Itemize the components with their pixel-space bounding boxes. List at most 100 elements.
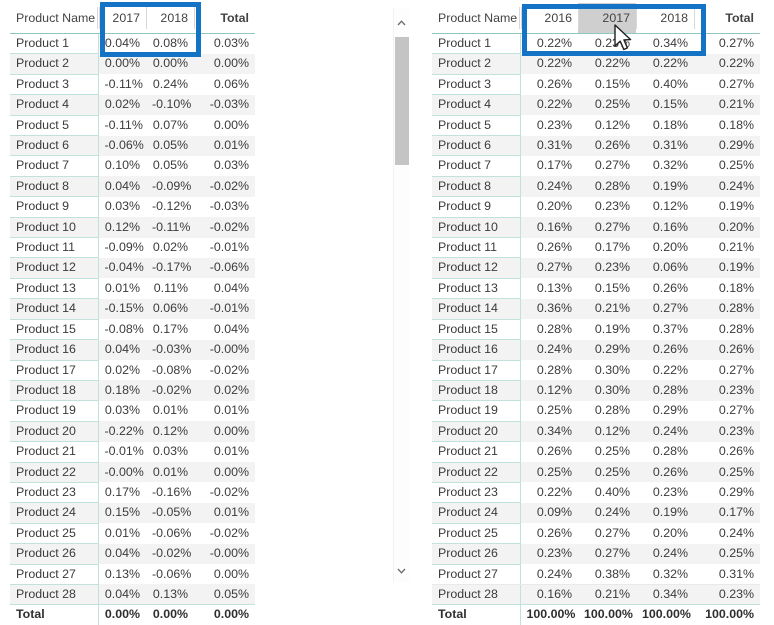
value-cell[interactable]: -0.09%	[146, 176, 194, 197]
table-row[interactable]: Product 15 0.28% 0.19% 0.37% 0.28%	[432, 318, 760, 340]
value-cell[interactable]: 0.34%	[636, 34, 694, 54]
value-cell[interactable]: -0.03%	[146, 339, 194, 360]
row-label[interactable]: Product 22	[10, 461, 99, 483]
table-row[interactable]: Product 11 -0.09% 0.02% -0.01%	[10, 237, 255, 258]
row-label[interactable]: Product 28	[432, 583, 521, 605]
value-cell[interactable]: 0.38%	[578, 564, 636, 584]
row-total-cell[interactable]: -0.02%	[194, 523, 255, 543]
row-label[interactable]: Product 14	[10, 298, 99, 320]
row-label[interactable]: Product 2	[432, 53, 521, 75]
value-cell[interactable]: 0.12%	[146, 421, 194, 442]
row-total-cell[interactable]: 0.03%	[194, 156, 255, 176]
value-cell[interactable]: 0.23%	[520, 115, 578, 135]
value-cell[interactable]: 0.16%	[636, 217, 694, 238]
table-row[interactable]: Product 22 -0.00% 0.01% 0.00%	[10, 461, 255, 483]
value-cell[interactable]: 0.19%	[636, 176, 694, 197]
value-cell[interactable]: 0.26%	[520, 74, 578, 94]
row-label[interactable]: Product 7	[432, 155, 521, 177]
value-cell[interactable]: 0.11%	[146, 278, 194, 298]
row-label[interactable]: Product 16	[432, 339, 521, 360]
value-cell[interactable]: 0.12%	[578, 115, 636, 135]
row-label[interactable]: Product 28	[10, 583, 99, 605]
table-row[interactable]: Product 28 0.04% 0.13% 0.05%	[10, 583, 255, 605]
value-cell[interactable]: 0.26%	[578, 135, 636, 156]
table-row[interactable]: Product 19 0.03% 0.01% 0.01%	[10, 400, 255, 422]
row-label[interactable]: Product 11	[432, 237, 521, 258]
row-total-cell[interactable]: 0.27%	[694, 74, 760, 94]
value-cell[interactable]: -0.16%	[146, 482, 194, 502]
row-label[interactable]: Product 4	[10, 94, 99, 116]
row-total-cell[interactable]: 0.25%	[694, 156, 760, 176]
table-row[interactable]: Product 13 0.13% 0.15% 0.26% 0.18%	[432, 277, 760, 299]
row-label[interactable]: Product 6	[432, 135, 521, 156]
table-total-row[interactable]: Total 100.00% 100.00% 100.00% 100.00%	[432, 604, 760, 625]
row-total-cell[interactable]: 0.27%	[694, 34, 760, 54]
row-total-cell[interactable]: -0.01%	[194, 298, 255, 320]
value-cell[interactable]: 0.17%	[146, 319, 194, 339]
left-matrix-scrollbar[interactable]	[393, 8, 409, 582]
value-cell[interactable]: 0.12%	[98, 217, 146, 238]
table-row[interactable]: Product 21 -0.01% 0.03% 0.01%	[10, 441, 255, 463]
row-label[interactable]: Product 21	[10, 441, 99, 463]
value-cell[interactable]: -0.15%	[98, 298, 146, 320]
table-row[interactable]: Product 1 0.04% 0.08% 0.03%	[10, 33, 255, 54]
value-cell[interactable]: 0.40%	[636, 74, 694, 94]
table-row[interactable]: Product 28 0.16% 0.21% 0.34% 0.23%	[432, 583, 760, 605]
row-total-cell[interactable]: 0.04%	[194, 278, 255, 298]
value-cell[interactable]: -0.11%	[146, 217, 194, 238]
table-row[interactable]: Product 8 0.04% -0.09% -0.02%	[10, 175, 255, 197]
row-label[interactable]: Product 22	[432, 461, 521, 483]
table-row[interactable]: Product 27 0.13% -0.06% 0.00%	[10, 563, 255, 585]
row-label[interactable]: Product 24	[432, 502, 521, 524]
table-row[interactable]: Product 9 0.03% -0.12% -0.03%	[10, 196, 255, 218]
row-total-cell[interactable]: 0.21%	[694, 238, 760, 258]
row-label[interactable]: Product 23	[432, 481, 521, 503]
value-cell[interactable]: 0.26%	[520, 523, 578, 543]
value-cell[interactable]: 0.23%	[636, 482, 694, 502]
value-cell[interactable]: 0.17%	[520, 156, 578, 176]
table-row[interactable]: Product 10 0.16% 0.27% 0.16% 0.20%	[432, 216, 760, 238]
value-cell[interactable]: 0.07%	[146, 115, 194, 135]
row-total-cell[interactable]: 0.27%	[694, 360, 760, 380]
row-label[interactable]: Product 16	[10, 339, 99, 360]
table-row[interactable]: Product 25 0.26% 0.27% 0.20% 0.24%	[432, 522, 760, 544]
value-cell[interactable]: 0.15%	[578, 74, 636, 94]
row-total-cell[interactable]: 0.24%	[694, 523, 760, 543]
row-total-cell[interactable]: 0.23%	[694, 421, 760, 442]
row-total-cell[interactable]: 0.23%	[694, 584, 760, 605]
value-cell[interactable]: 0.15%	[98, 502, 146, 524]
value-cell[interactable]: 0.30%	[578, 360, 636, 380]
value-cell[interactable]: 0.27%	[578, 156, 636, 176]
value-cell[interactable]: 0.28%	[636, 442, 694, 462]
row-label[interactable]: Product 3	[432, 73, 521, 95]
value-cell[interactable]: 0.04%	[98, 339, 146, 360]
row-label[interactable]: Product 23	[10, 481, 99, 503]
value-cell[interactable]: -0.06%	[146, 523, 194, 543]
row-total-cell[interactable]: 0.28%	[694, 319, 760, 339]
row-total-cell[interactable]: -0.03%	[194, 197, 255, 217]
right-header-2017[interactable]: 2017	[578, 3, 636, 34]
table-row[interactable]: Product 2 0.00% 0.00% 0.00%	[10, 53, 255, 75]
row-label[interactable]: Product 12	[10, 257, 99, 279]
table-row[interactable]: Product 14 0.36% 0.21% 0.27% 0.28%	[432, 298, 760, 320]
table-row[interactable]: Product 16 0.24% 0.29% 0.26% 0.26%	[432, 339, 760, 360]
table-row[interactable]: Product 11 0.26% 0.17% 0.20% 0.21%	[432, 237, 760, 258]
table-row[interactable]: Product 6 0.31% 0.26% 0.31% 0.29%	[432, 135, 760, 156]
value-cell[interactable]: -0.12%	[146, 197, 194, 217]
table-row[interactable]: Product 4 0.02% -0.10% -0.03%	[10, 94, 255, 116]
table-row[interactable]: Product 20 -0.22% 0.12% 0.00%	[10, 420, 255, 442]
row-label[interactable]: Product 18	[10, 379, 99, 401]
value-cell[interactable]: 0.02%	[98, 94, 146, 116]
value-cell[interactable]: 0.12%	[636, 197, 694, 217]
value-cell[interactable]: 0.24%	[146, 74, 194, 94]
table-row[interactable]: Product 21 0.26% 0.25% 0.28% 0.26%	[432, 441, 760, 463]
row-label[interactable]: Product 10	[10, 216, 99, 238]
table-row[interactable]: Product 7 0.17% 0.27% 0.32% 0.25%	[432, 155, 760, 177]
row-label[interactable]: Product 20	[432, 420, 521, 442]
left-header-2018[interactable]: 2018	[146, 3, 194, 34]
value-cell[interactable]: 0.24%	[520, 564, 578, 584]
chevron-up-icon[interactable]	[394, 15, 409, 30]
row-total-cell[interactable]: 0.00%	[194, 421, 255, 442]
value-cell[interactable]: 0.18%	[98, 380, 146, 401]
value-cell[interactable]: 0.21%	[578, 584, 636, 605]
